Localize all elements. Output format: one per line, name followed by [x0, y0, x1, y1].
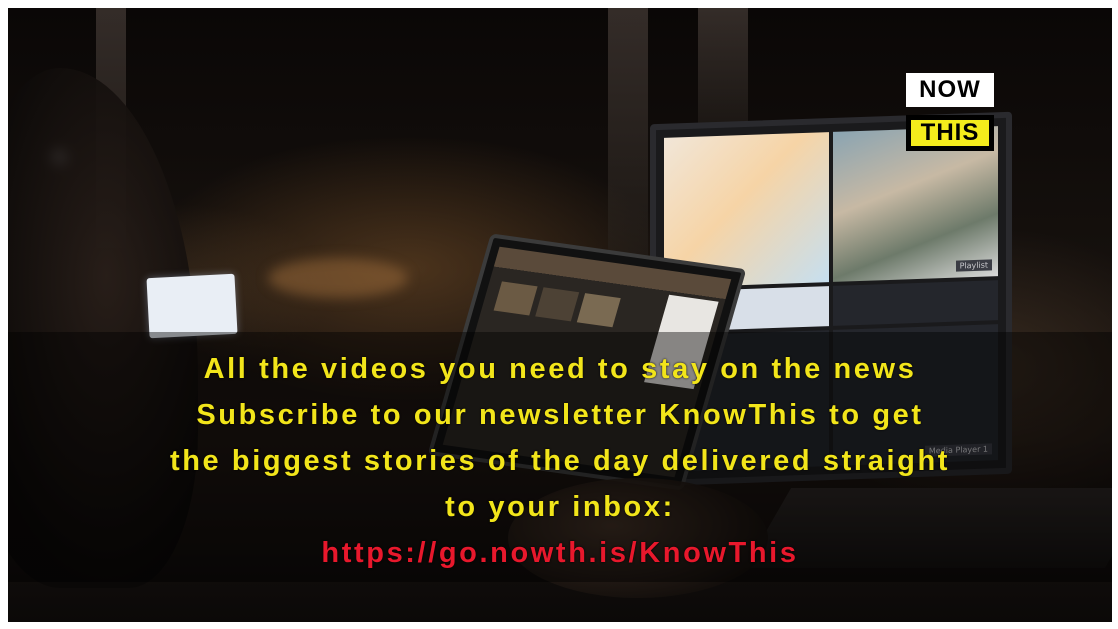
logo-now-text: NOW: [906, 73, 994, 107]
caption-line: the biggest stories of the day delivered…: [169, 445, 951, 477]
caption-overlay: All the videos you need to stay on the n…: [8, 346, 1112, 576]
newsletter-link[interactable]: https://go.nowth.is/KnowThis: [8, 530, 1112, 576]
laptop-thumbnail: [576, 293, 621, 328]
monitor-tile: [833, 280, 998, 326]
laptop-thumbnail: [493, 281, 538, 316]
laptop-thumbnail: [535, 287, 580, 322]
video-frame[interactable]: Playlist Media Player 1 All the videos y…: [8, 8, 1112, 622]
background-laptop-screen: [146, 273, 238, 339]
logo-this-text: THIS: [906, 115, 994, 151]
background-light: [268, 258, 408, 298]
nowthis-logo: NOW THIS: [906, 73, 1008, 159]
monitor-tile-label: Playlist: [955, 259, 992, 272]
background-pole: [698, 8, 748, 138]
caption-line: to your inbox:: [445, 491, 675, 523]
caption-line: All the videos you need to stay on the n…: [203, 353, 917, 385]
background-pole: [608, 8, 648, 258]
caption-line: Subscribe to our newsletter KnowThis to …: [196, 399, 924, 431]
